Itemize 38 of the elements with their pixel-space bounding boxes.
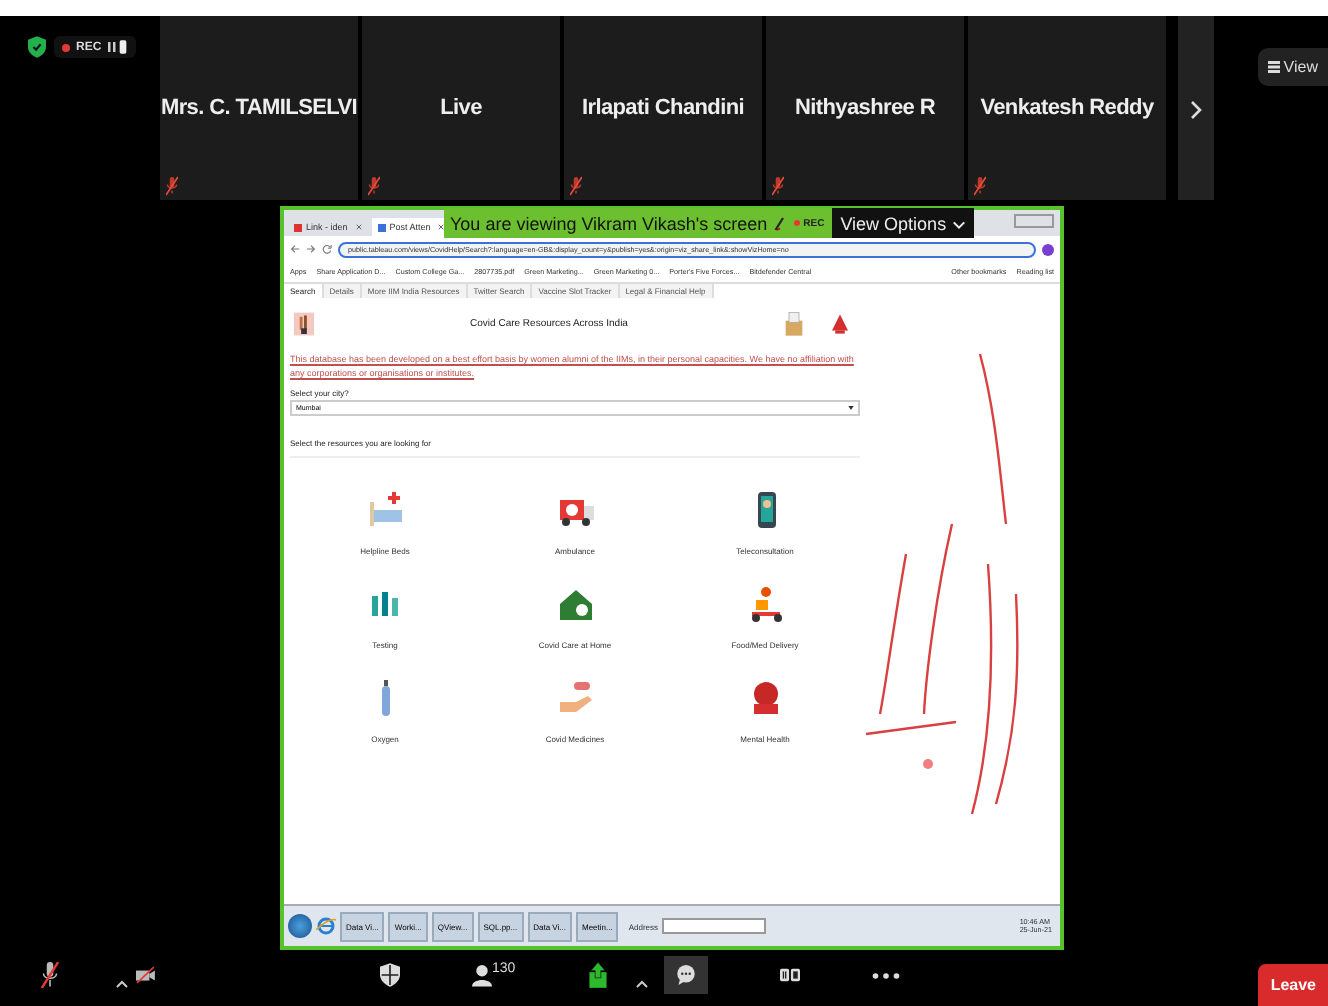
reload-icon[interactable] bbox=[322, 244, 332, 254]
start-button[interactable] bbox=[288, 914, 312, 938]
participant-name: Nithyashree R bbox=[794, 96, 936, 120]
participant-name: Mrs. C. TAMILSELVI bbox=[160, 96, 358, 120]
participant-name: Irlapati Chandini bbox=[581, 96, 745, 120]
muted-mic-icon[interactable] bbox=[40, 962, 60, 988]
house-icon[interactable] bbox=[555, 584, 595, 624]
view-options-button[interactable]: View Options bbox=[832, 208, 974, 238]
ballot-box-icon bbox=[784, 312, 804, 336]
dropdown-arrow-icon bbox=[848, 406, 854, 410]
share-screen-icon[interactable] bbox=[587, 960, 608, 990]
viewing-notice: You are viewing Vikram Vikash's screen bbox=[448, 213, 770, 233]
security-shield-icon[interactable] bbox=[380, 962, 400, 988]
shield-icon bbox=[28, 36, 46, 58]
bed-icon[interactable] bbox=[365, 490, 405, 530]
participants-icon[interactable] bbox=[472, 962, 492, 988]
chat-icon bbox=[675, 962, 696, 988]
participant-name: Venkatesh Reddy bbox=[980, 96, 1154, 120]
leave-button[interactable]: Leave bbox=[1258, 964, 1328, 1006]
chevron-down-icon bbox=[951, 219, 966, 229]
participant-name: Live bbox=[440, 96, 482, 120]
view-button[interactable]: View bbox=[1257, 48, 1328, 86]
chevron-right-icon bbox=[1190, 99, 1202, 119]
hand-pill-icon[interactable] bbox=[555, 678, 595, 718]
back-icon[interactable] bbox=[290, 244, 300, 254]
gallery-icon bbox=[1267, 60, 1280, 74]
address-field[interactable] bbox=[662, 918, 767, 934]
close-icon[interactable] bbox=[355, 224, 362, 230]
triangle-logo-icon bbox=[832, 314, 848, 334]
caret-icon[interactable] bbox=[635, 979, 648, 987]
forward-icon[interactable] bbox=[306, 244, 316, 254]
browser-icon[interactable] bbox=[316, 916, 336, 936]
close-icon[interactable] bbox=[438, 224, 445, 230]
chat-button[interactable] bbox=[663, 956, 708, 994]
more-icon[interactable] bbox=[871, 971, 900, 979]
pen-icon bbox=[773, 215, 786, 231]
video-off-icon[interactable] bbox=[136, 962, 156, 988]
profile-avatar[interactable] bbox=[1042, 243, 1054, 255]
